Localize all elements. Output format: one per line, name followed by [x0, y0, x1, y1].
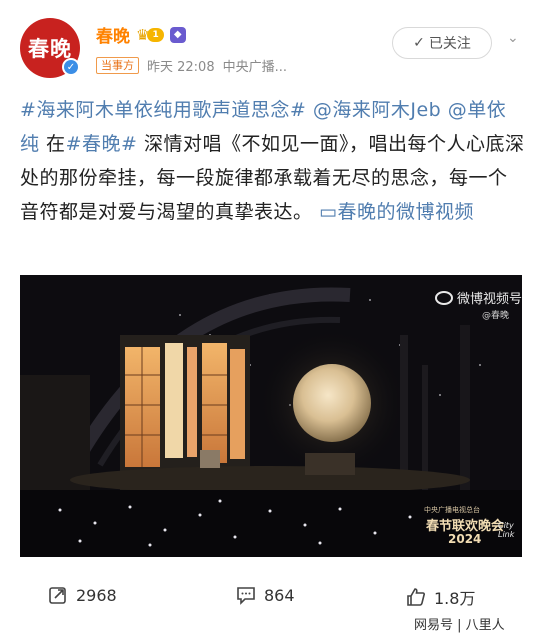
member-level: 1	[147, 27, 164, 42]
video-link-icon: ▭	[319, 201, 338, 223]
meta-row: 当事方 昨天 22:08 中央广播...	[96, 56, 287, 75]
topic-link[interactable]: #春晚#	[66, 133, 138, 155]
netease-watermark: 网易号 | 八里人	[414, 618, 505, 633]
comment-icon	[236, 585, 256, 605]
like-count: 1.8万	[434, 589, 476, 608]
thumbs-up-icon	[406, 587, 426, 607]
city-link-line2: Link	[498, 530, 515, 539]
shield-icon[interactable]: ◆	[169, 26, 186, 43]
verified-badge: ✓	[62, 58, 80, 76]
gala-broadcaster: 中央广播电视总台	[424, 506, 480, 514]
action-bar: 2968 864 1.8万	[0, 585, 543, 615]
post-text-segment: 在	[39, 133, 66, 155]
verified-check-icon: ✓	[64, 60, 78, 74]
follow-button[interactable]: ✓ 已关注	[392, 27, 492, 59]
city-link-line1: City	[498, 521, 514, 530]
check-icon: ✓	[413, 35, 425, 51]
video-link[interactable]: ▭春晚的微博视频	[319, 201, 474, 223]
name-row: 春晚 ♛ 1 ◆	[96, 22, 186, 47]
post-header: 春晚 ✓ 春晚 ♛ 1 ◆ 当事方 昨天 22:08 中央广播... ✓ 已关注…	[0, 0, 543, 90]
post-time: 昨天 22:08	[147, 60, 215, 75]
username[interactable]: 春晚	[96, 22, 130, 47]
like-button[interactable]: 1.8万	[406, 585, 475, 609]
weibo-video-watermark: 微博视频号	[435, 288, 522, 307]
weibo-logo-icon	[435, 290, 453, 305]
topic-link[interactable]: @海来阿木Jeb	[313, 99, 441, 121]
post-text: #海来阿木单依纯用歌声道思念# @海来阿木Jeb @单依纯 在#春晚# 深情对唱…	[20, 93, 525, 229]
video-link-text: 春晚的微博视频	[337, 201, 475, 223]
member-badge[interactable]: ♛ 1	[136, 26, 164, 44]
chevron-down-icon[interactable]: ⌄	[507, 30, 519, 46]
watermark-text: 微博视频号	[457, 292, 522, 307]
moon	[293, 364, 371, 442]
repost-button[interactable]: 2968	[48, 585, 117, 605]
comment-button[interactable]: 864	[236, 585, 295, 605]
party-tag: 当事方	[96, 57, 139, 74]
repost-icon	[48, 585, 68, 605]
watermark-sub: @春晚	[482, 311, 510, 321]
gala-year: 2024	[448, 532, 482, 546]
comment-count: 864	[264, 585, 295, 605]
repost-count: 2968	[76, 585, 117, 605]
video-player[interactable]: 微博视频号 @春晚 中央广播电视总台 春节联欢晚会 2024 City Link	[20, 275, 522, 557]
topic-link[interactable]: #海来阿木单依纯用歌声道思念#	[20, 99, 306, 121]
city-link-logo: City Link	[498, 521, 514, 539]
follow-label: 已关注	[428, 36, 471, 52]
post-source: 中央广播...	[222, 60, 288, 75]
